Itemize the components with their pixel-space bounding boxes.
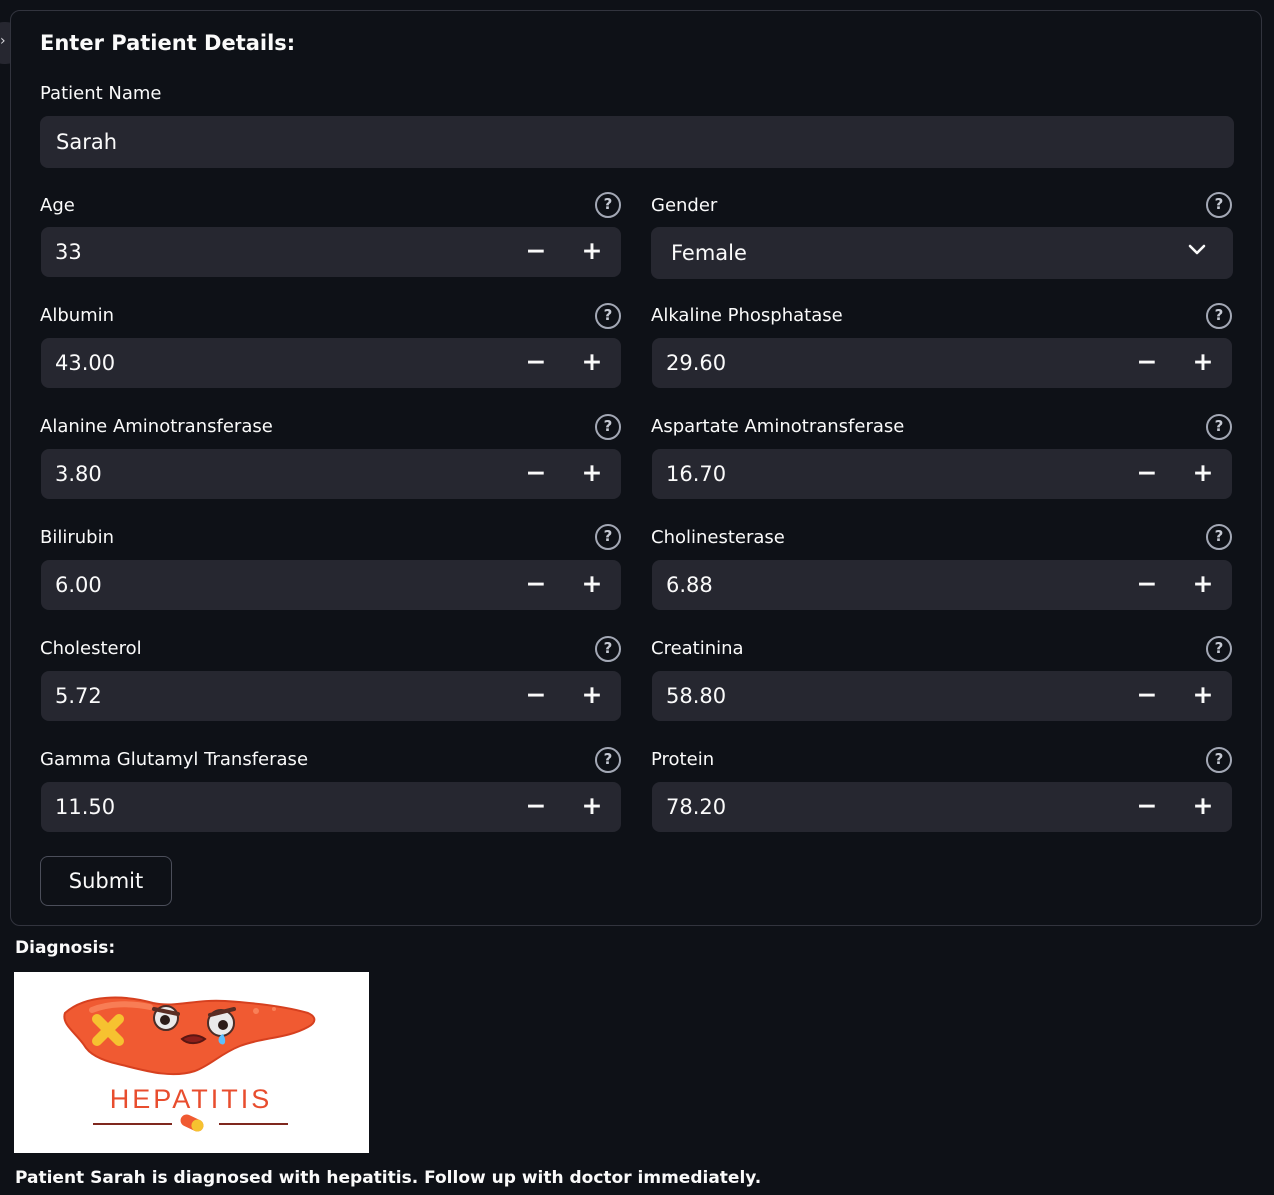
help-icon[interactable]: ? [1206, 192, 1232, 218]
gamma-glutamyl-transferase-increment-button[interactable]: + [565, 782, 619, 832]
aspartate-aminotransferase-number-input: 16.70 − + [652, 449, 1232, 499]
pill-icon [180, 1114, 204, 1132]
gamma-glutamyl-transferase-number-input: 11.50 − + [41, 782, 621, 832]
cholesterol-value[interactable]: 5.72 [55, 671, 102, 721]
help-icon[interactable]: ? [595, 192, 621, 218]
sidebar-toggle-glyph: › [0, 33, 6, 49]
protein-value[interactable]: 78.20 [666, 782, 726, 832]
alanine-aminotransferase-decrement-button[interactable]: − [509, 449, 563, 499]
patient-name-label: Patient Name [40, 83, 162, 104]
help-icon[interactable]: ? [595, 524, 621, 550]
help-icon[interactable]: ? [1206, 303, 1232, 329]
patient-name-input[interactable]: Sarah [40, 116, 1234, 168]
aspartate-aminotransferase-decrement-button[interactable]: − [1120, 449, 1174, 499]
cholesterol-number-input: 5.72 − + [41, 671, 621, 721]
hepatitis-illustration: HEPATITIS [63, 996, 316, 1132]
liver-illustration [63, 996, 316, 1076]
patient-details-form: Enter Patient Details: Patient Name Sara… [10, 10, 1262, 926]
alkaline-phosphatase-decrement-button[interactable]: − [1120, 338, 1174, 388]
bilirubin-label: Bilirubin [40, 527, 114, 548]
creatinina-decrement-button[interactable]: − [1120, 671, 1174, 721]
albumin-value[interactable]: 43.00 [55, 338, 115, 388]
cholinesterase-increment-button[interactable]: + [1176, 560, 1230, 610]
diagnosis-message: Patient Sarah is diagnosed with hepatiti… [15, 1168, 762, 1188]
cholinesterase-number-input: 6.88 − + [652, 560, 1232, 610]
creatinina-value[interactable]: 58.80 [666, 671, 726, 721]
cholinesterase-label: Cholinesterase [651, 527, 785, 548]
albumin-label: Albumin [40, 305, 115, 326]
alkaline-phosphatase-increment-button[interactable]: + [1176, 338, 1230, 388]
hepatitis-image-label: HEPATITIS [110, 1084, 273, 1114]
creatinina-increment-button[interactable]: + [1176, 671, 1230, 721]
aspartate-aminotransferase-value[interactable]: 16.70 [666, 449, 726, 499]
aspartate-aminotransferase-increment-button[interactable]: + [1176, 449, 1230, 499]
alanine-aminotransferase-number-input: 3.80 − + [41, 449, 621, 499]
bilirubin-increment-button[interactable]: + [565, 560, 619, 610]
help-icon[interactable]: ? [595, 414, 621, 440]
submit-button[interactable]: Submit [40, 856, 172, 906]
bilirubin-decrement-button[interactable]: − [509, 560, 563, 610]
cholesterol-increment-button[interactable]: + [565, 671, 619, 721]
bilirubin-value[interactable]: 6.00 [55, 560, 102, 610]
age-increment-button[interactable]: + [565, 227, 619, 277]
cholesterol-label: Cholesterol [40, 638, 142, 659]
gender-label: Gender [651, 195, 718, 216]
alkaline-phosphatase-value[interactable]: 29.60 [666, 338, 726, 388]
alkaline-phosphatase-number-input: 29.60 − + [652, 338, 1232, 388]
alanine-aminotransferase-value[interactable]: 3.80 [55, 449, 102, 499]
diagnosis-title: Diagnosis: [15, 938, 116, 958]
age-value[interactable]: 33 [55, 227, 82, 277]
aspartate-aminotransferase-label: Aspartate Aminotransferase [651, 416, 905, 437]
age-number-input: 33 − + [41, 227, 621, 277]
protein-label: Protein [651, 749, 715, 770]
form-title: Enter Patient Details: [40, 31, 296, 55]
alkaline-phosphatase-label: Alkaline Phosphatase [651, 305, 843, 326]
diagnosis-image: HEPATITIS [14, 972, 369, 1153]
help-icon[interactable]: ? [595, 747, 621, 773]
albumin-increment-button[interactable]: + [565, 338, 619, 388]
help-icon[interactable]: ? [595, 636, 621, 662]
gamma-glutamyl-transferase-value[interactable]: 11.50 [55, 782, 115, 832]
gender-selected-value: Female [671, 241, 747, 265]
albumin-number-input: 43.00 − + [41, 338, 621, 388]
protein-decrement-button[interactable]: − [1120, 782, 1174, 832]
cholinesterase-decrement-button[interactable]: − [1120, 560, 1174, 610]
alanine-aminotransferase-increment-button[interactable]: + [565, 449, 619, 499]
help-icon[interactable]: ? [1206, 747, 1232, 773]
albumin-decrement-button[interactable]: − [509, 338, 563, 388]
gamma-glutamyl-transferase-label: Gamma Glutamyl Transferase [40, 749, 309, 770]
help-icon[interactable]: ? [1206, 524, 1232, 550]
help-icon[interactable]: ? [595, 303, 621, 329]
help-icon[interactable]: ? [1206, 636, 1232, 662]
cholinesterase-value[interactable]: 6.88 [666, 560, 713, 610]
age-decrement-button[interactable]: − [509, 227, 563, 277]
chevron-down-icon [1188, 244, 1206, 255]
protein-increment-button[interactable]: + [1176, 782, 1230, 832]
alanine-aminotransferase-label: Alanine Aminotransferase [40, 416, 273, 437]
cholesterol-decrement-button[interactable]: − [509, 671, 563, 721]
gamma-glutamyl-transferase-decrement-button[interactable]: − [509, 782, 563, 832]
age-label: Age [40, 195, 75, 216]
help-icon[interactable]: ? [1206, 414, 1232, 440]
creatinina-label: Creatinina [651, 638, 744, 659]
gender-select[interactable]: Female [651, 227, 1233, 279]
protein-number-input: 78.20 − + [652, 782, 1232, 832]
creatinina-number-input: 58.80 − + [652, 671, 1232, 721]
bilirubin-number-input: 6.00 − + [41, 560, 621, 610]
